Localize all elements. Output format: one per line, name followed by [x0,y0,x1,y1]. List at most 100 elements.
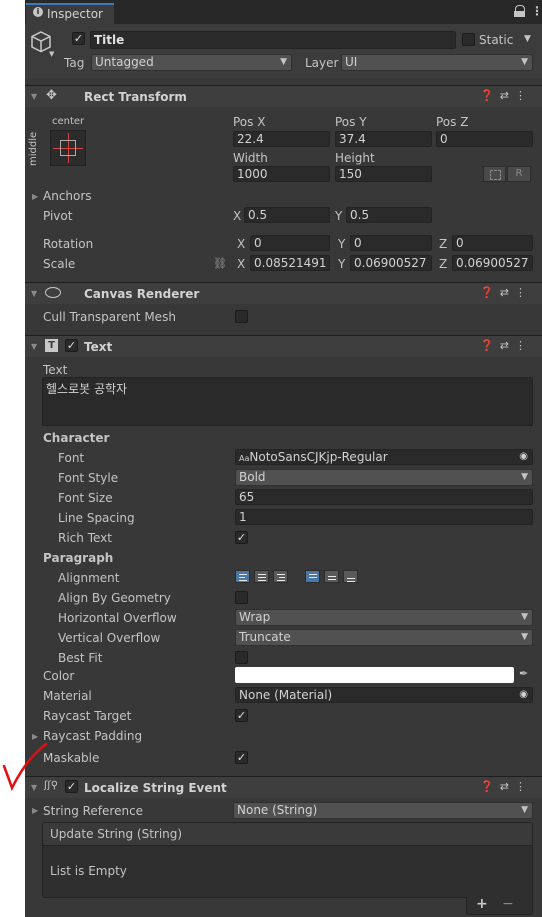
kebab-menu-icon[interactable]: ⋮ [515,780,532,793]
line-spacing-field[interactable]: 1 [235,509,533,525]
fold-arrow-icon[interactable]: ▼ [31,92,37,101]
cull-checkbox[interactable] [235,310,248,323]
static-dropdown-icon[interactable]: ▼ [524,34,531,44]
string-ref-fold-icon[interactable]: ▶ [32,806,38,815]
kebab-menu-icon[interactable]: ⋮ [515,339,532,352]
help-icon[interactable]: ❓ [480,89,500,102]
help-icon[interactable]: ❓ [480,780,500,793]
text-area-value: 헬스로봇 공학자 [46,382,128,396]
fold-arrow-icon[interactable]: ▼ [31,289,37,298]
rot-y-field[interactable]: 0 [350,235,432,251]
v-overflow-dropdown[interactable]: Truncate ▼ [235,629,533,646]
align-geometry-checkbox[interactable] [235,591,248,604]
text-enabled-checkbox[interactable]: ✓ [65,339,78,352]
material-field[interactable]: None (Material) ◉ [235,687,533,703]
text-header[interactable]: ▼ T ✓ Text ❓⇄⋮ [25,335,542,357]
pos-x-field[interactable]: 22.4 [233,131,330,147]
raycast-padding-label[interactable]: Raycast Padding [43,729,142,743]
color-swatch[interactable] [235,667,514,683]
canvas-renderer-header[interactable]: ▼ Canvas Renderer ❓⇄⋮ [25,282,542,304]
name-field[interactable]: Title [90,31,456,49]
object-picker-icon[interactable]: ◉ [519,688,528,702]
font-size-field[interactable]: 65 [235,489,533,505]
preset-icon[interactable]: ⇄ [500,286,515,299]
constrain-proportions-icon[interactable]: ⛓ [213,257,227,270]
layer-label: Layer [305,56,339,70]
active-checkbox[interactable]: ✓ [72,32,85,45]
help-icon[interactable]: ❓ [480,339,500,352]
pos-x-label: Pos X [233,115,266,129]
rot-y-axis: Y [338,237,346,251]
rich-text-checkbox[interactable]: ✓ [235,531,248,544]
scale-z-field[interactable]: 0.06900527 [452,255,533,271]
localize-enabled-checkbox[interactable]: ✓ [65,780,78,793]
height-field[interactable]: 150 [335,166,432,182]
anchors-label[interactable]: Anchors [43,189,92,203]
preset-icon[interactable]: ⇄ [500,89,515,102]
raycast-target-label: Raycast Target [43,709,132,723]
anchors-fold-icon[interactable]: ▶ [32,192,38,201]
string-ref-dropdown[interactable]: None (String) ▼ [233,802,533,819]
add-item-button[interactable]: + [476,896,488,912]
layer-dropdown[interactable]: UI ▼ [341,54,533,71]
scale-x-field[interactable]: 0.08521491 [250,255,330,271]
best-fit-checkbox[interactable] [235,651,248,664]
text-component-icon: T [45,339,58,352]
preset-icon[interactable]: ⇄ [500,780,515,793]
align-center-button[interactable] [254,570,269,583]
align-right-button[interactable] [273,570,288,583]
rot-x-field[interactable]: 0 [250,235,330,251]
pos-y-field[interactable]: 37.4 [335,131,432,147]
scale-z-axis: Z [439,257,448,271]
eye-icon [45,287,61,298]
preset-icon[interactable]: ⇄ [500,339,515,352]
kebab-menu-icon[interactable]: ⋮ [515,89,532,102]
blueprint-button[interactable] [483,166,506,182]
chevron-down-icon: ▼ [521,472,528,482]
character-section-label: Character [43,431,110,445]
eyedropper-icon[interactable]: ✒ [519,667,528,680]
kebab-menu-icon[interactable]: ⋮ [531,4,542,18]
rot-z-field[interactable]: 0 [452,235,533,251]
component-header-icons[interactable]: ❓⇄⋮ [480,780,532,793]
pos-z-field[interactable]: 0 [436,131,533,147]
width-field[interactable]: 1000 [233,166,330,182]
text-area[interactable]: 헬스로봇 공학자 [42,377,533,426]
component-header-icons[interactable]: ❓⇄⋮ [480,286,532,299]
pivot-y-axis: Y [335,209,343,223]
pivot-y-field[interactable]: 0.5 [346,207,432,223]
font-value: NotoSansCJKjp-Regular [249,450,388,464]
anchor-preset-button[interactable] [50,130,86,166]
font-style-label: Font Style [58,471,119,485]
raw-edit-button[interactable]: R [507,166,531,182]
tag-dropdown[interactable]: Untagged ▼ [91,54,292,71]
chevron-down-icon[interactable]: ▼ [49,50,54,58]
component-header-icons[interactable]: ❓⇄⋮ [480,339,532,352]
object-picker-icon[interactable]: ◉ [519,450,528,464]
align-top-button[interactable] [305,570,320,583]
font-label: Font [58,451,85,465]
remove-item-button[interactable]: − [502,896,514,912]
pivot-x-field[interactable]: 0.5 [244,207,330,223]
static-checkbox[interactable] [462,33,475,46]
localize-header[interactable]: ▼ ʃʃ⚲ ✓ Localize String Event ❓⇄⋮ [25,776,542,798]
font-style-dropdown[interactable]: Bold ▼ [235,469,533,486]
kebab-menu-icon[interactable]: ⋮ [515,286,532,299]
tab-inspector[interactable]: i Inspector [26,3,114,24]
help-icon[interactable]: ❓ [480,286,500,299]
fold-arrow-icon[interactable]: ▼ [31,342,37,351]
align-left-button[interactable] [235,570,250,583]
align-bottom-button[interactable] [343,570,358,583]
font-field[interactable]: AaNotoSansCJKjp-Regular ◉ [235,449,533,465]
tag-label: Tag [64,56,85,70]
raycast-target-checkbox[interactable]: ✓ [235,709,248,722]
align-middle-button[interactable] [324,570,339,583]
maskable-checkbox[interactable]: ✓ [235,751,248,764]
tag-value: Untagged [95,55,154,69]
scale-y-field[interactable]: 0.06900527 [350,255,432,271]
string-ref-label[interactable]: String Reference [43,804,143,818]
h-overflow-dropdown[interactable]: Wrap ▼ [235,609,533,626]
pivot-label: Pivot [43,209,73,223]
component-header-icons[interactable]: ❓⇄⋮ [480,89,532,102]
rect-transform-header[interactable]: ▼ ✥ Rect Transform ❓⇄⋮ [25,85,542,107]
